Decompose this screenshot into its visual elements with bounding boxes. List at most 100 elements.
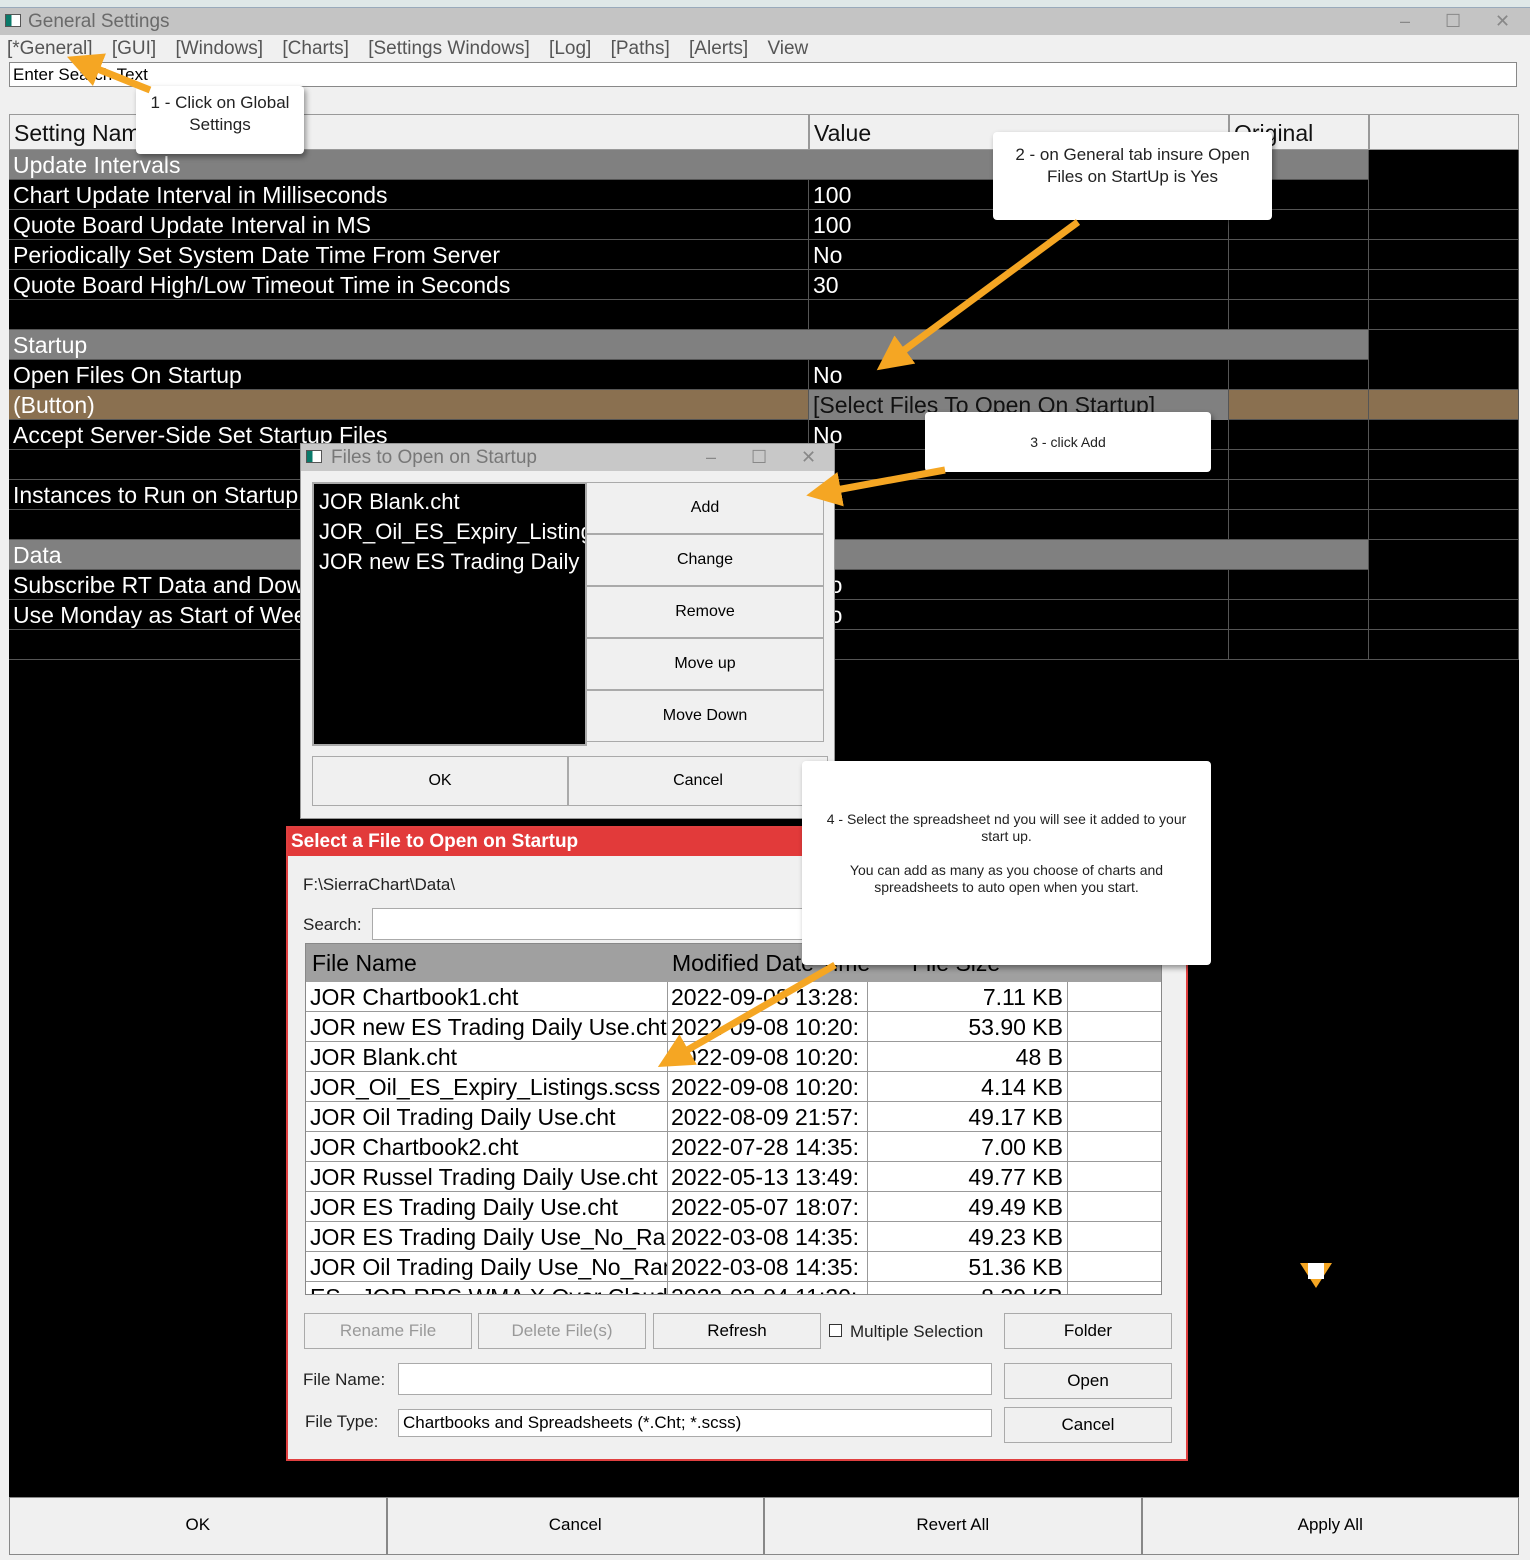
tab-windows[interactable]: [Windows] <box>175 38 263 59</box>
cell <box>1369 540 1519 570</box>
setting-value[interactable] <box>809 510 1229 540</box>
original-value <box>1229 270 1369 300</box>
top-strip <box>0 0 1530 8</box>
ok-button[interactable]: OK <box>9 1497 387 1555</box>
file-list[interactable]: File Name Modified Date Time File Size J… <box>305 943 1162 1295</box>
tab-settings-windows[interactable]: [Settings Windows] <box>368 38 530 59</box>
setting-value[interactable] <box>809 480 1229 510</box>
setting-row[interactable]: (Button) [Select Files To Open On Startup… <box>9 390 1519 420</box>
list-item[interactable]: JOR new ES Trading Daily Use.cht <box>319 547 585 577</box>
cell <box>1369 300 1519 330</box>
file-row[interactable]: JOR Oil Trading Daily Use.cht 2022-08-09 … <box>306 1102 1161 1132</box>
cell <box>1369 150 1519 180</box>
setting-value[interactable]: No <box>809 600 1229 630</box>
column-header-file-name[interactable]: File Name <box>306 944 417 982</box>
setting-row[interactable]: Open Files On Startup No <box>9 360 1519 390</box>
file-name: JOR_Oil_ES_Expiry_Listings.scss <box>306 1072 668 1102</box>
file-size: 7.00 KB <box>868 1132 1068 1162</box>
setting-value[interactable]: No <box>809 570 1229 600</box>
cell <box>1369 420 1519 450</box>
file-row[interactable]: JOR ES Trading Daily Use_No_Range 2022-03… <box>306 1222 1161 1252</box>
file-name: JOR ES Trading Daily Use_No_Range <box>306 1222 668 1252</box>
setting-row[interactable]: Periodically Set System Date Time From S… <box>9 240 1519 270</box>
setting-row[interactable]: Quote Board High/Low Timeout Time in Sec… <box>9 270 1519 300</box>
setting-name: Periodically Set System Date Time From S… <box>9 240 809 270</box>
original-value <box>1229 420 1369 450</box>
file-name: JOR ES Trading Daily Use.cht <box>306 1192 668 1222</box>
cancel-button[interactable]: Cancel <box>1004 1407 1172 1443</box>
minimize-icon[interactable]: – <box>1400 8 1410 35</box>
move-up-button[interactable]: Move up <box>586 638 824 690</box>
file-row[interactable]: ES - JOR RRS WMA X Over Cloud2022-03-04 … <box>306 1282 1161 1294</box>
setting-name: Open Files On Startup <box>9 360 809 390</box>
setting-value[interactable] <box>809 300 1229 330</box>
cancel-button[interactable]: Cancel <box>568 756 828 806</box>
revert-all-button[interactable]: Revert All <box>764 1497 1142 1555</box>
dialog-title: Files to Open on Startup <box>331 447 537 468</box>
ok-button[interactable]: OK <box>312 756 568 806</box>
setting-value[interactable]: No <box>809 360 1229 390</box>
search-input[interactable]: Enter Search Text <box>9 62 1517 87</box>
setting-row[interactable]: Chart Update Interval in Milliseconds 100 <box>9 180 1519 210</box>
setting-name: Quote Board Update Interval in MS <box>9 210 809 240</box>
maximize-icon[interactable]: ☐ <box>751 444 767 471</box>
file-row[interactable]: JOR Russel Trading Daily Use.cht 2022-05-… <box>306 1162 1161 1192</box>
file-modified: 2022-03-04 11:20: <box>668 1282 868 1294</box>
cell <box>1369 240 1519 270</box>
setting-value[interactable] <box>809 630 1229 660</box>
file-row[interactable]: JOR Chartbook1.cht 2022-09-08 13:28: 7.11 … <box>306 982 1161 1012</box>
file-name: JOR Russel Trading Daily Use.cht <box>306 1162 668 1192</box>
setting-value[interactable]: 30 <box>809 270 1229 300</box>
multiple-selection-checkbox[interactable]: Multiple Selection <box>829 1322 983 1342</box>
remove-button[interactable]: Remove <box>586 586 824 638</box>
setting-name: Chart Update Interval in Milliseconds <box>9 180 809 210</box>
open-button[interactable]: Open <box>1004 1363 1172 1399</box>
rename-file-button[interactable]: Rename File <box>304 1313 472 1349</box>
add-button[interactable]: Add <box>586 482 824 534</box>
checkbox-icon[interactable] <box>829 1324 842 1337</box>
change-button[interactable]: Change <box>586 534 824 586</box>
maximize-icon[interactable]: ☐ <box>1445 8 1461 35</box>
setting-row[interactable]: Quote Board Update Interval in MS 100 <box>9 210 1519 240</box>
file-row[interactable]: JOR Blank.cht 2022-09-08 10:20: 48 B <box>306 1042 1161 1072</box>
callout-step-3: 3 - click Add <box>925 412 1211 472</box>
close-icon[interactable]: ✕ <box>801 444 816 471</box>
file-row[interactable]: JOR_Oil_ES_Expiry_Listings.scss 2022-09-0… <box>306 1072 1161 1102</box>
list-item[interactable]: JOR Blank.cht <box>319 487 580 517</box>
close-icon[interactable]: ✕ <box>1495 8 1510 35</box>
apply-all-button[interactable]: Apply All <box>1141 1497 1519 1555</box>
minimize-icon[interactable]: – <box>706 444 716 471</box>
callout-step-4-text: 4 - Select the spreadsheet nd you will s… <box>826 811 1187 844</box>
tab-paths[interactable]: [Paths] <box>611 38 670 59</box>
tab-log[interactable]: [Log] <box>549 38 591 59</box>
setting-value[interactable]: No <box>809 240 1229 270</box>
cell <box>1369 570 1519 600</box>
file-row[interactable]: JOR Chartbook2.cht 2022-07-28 14:35: 7.00 … <box>306 1132 1161 1162</box>
cell <box>1369 390 1519 420</box>
list-item[interactable]: JOR_Oil_ES_Expiry_Listings.scss <box>319 517 585 547</box>
tab-view[interactable]: View <box>767 38 808 59</box>
file-row[interactable]: JOR Oil Trading Daily Use_No_Range 2022-0… <box>306 1252 1161 1282</box>
refresh-button[interactable]: Refresh <box>653 1313 821 1349</box>
callout-step-4: 4 - Select the spreadsheet nd you will s… <box>802 761 1211 965</box>
cancel-button[interactable]: Cancel <box>386 1497 764 1555</box>
delete-files-button[interactable]: Delete File(s) <box>478 1313 646 1349</box>
file-modified: 2022-05-07 18:07: <box>668 1192 868 1222</box>
title-bar: General Settings – ☐ ✕ <box>0 8 1530 35</box>
tab-charts[interactable]: [Charts] <box>282 38 349 59</box>
file-name-input[interactable] <box>398 1363 992 1395</box>
setting-name: (Button) <box>9 390 809 420</box>
file-type-select[interactable]: Chartbooks and Spreadsheets (*.Cht; *.sc… <box>398 1409 992 1437</box>
original-value <box>1229 300 1369 330</box>
setting-name <box>9 300 809 330</box>
tab-gui[interactable]: [GUI] <box>112 38 156 59</box>
tab-alerts[interactable]: [Alerts] <box>689 38 748 59</box>
tab-general[interactable]: [*General] <box>7 38 93 59</box>
file-size: 8.30 KB <box>868 1282 1068 1294</box>
file-row[interactable]: JOR new ES Trading Daily Use.cht 2022-09-… <box>306 1012 1161 1042</box>
folder-button[interactable]: Folder <box>1004 1313 1172 1349</box>
move-down-button[interactable]: Move Down <box>586 690 824 742</box>
file-row[interactable]: JOR ES Trading Daily Use.cht 2022-05-07 1… <box>306 1192 1161 1222</box>
column-header-setting-name[interactable]: Setting Name <box>9 114 809 150</box>
startup-files-list[interactable]: JOR Blank.cht JOR_Oil_ES_Expiry_Listings… <box>312 482 587 746</box>
